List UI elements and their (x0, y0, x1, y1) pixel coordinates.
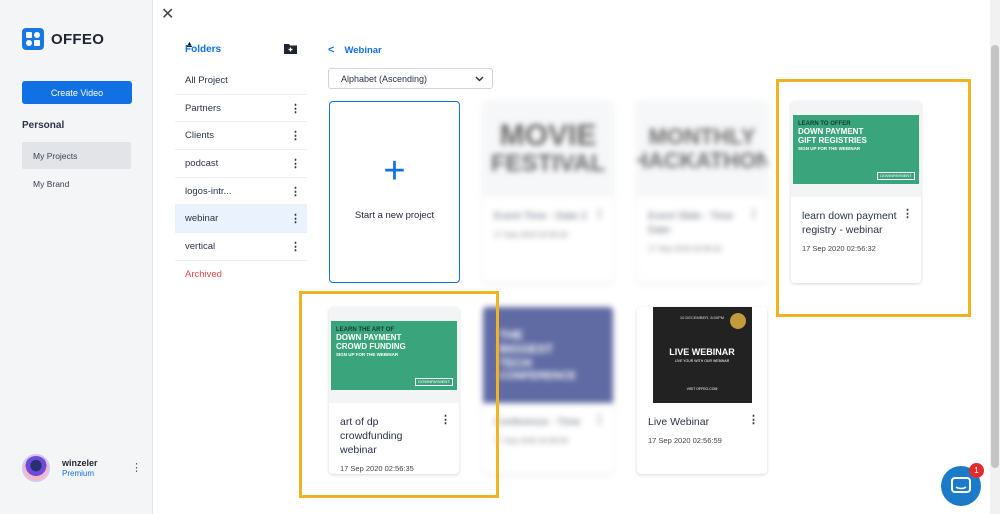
sort-selected-value: Alphabet (Ascending) (341, 73, 428, 84)
folder-label: Archived (185, 269, 222, 281)
folder-item-archived[interactable]: Archived (175, 261, 307, 289)
project-date: 17 Sep 2020 02:56:32 (648, 244, 722, 253)
offeo-logo-icon (22, 28, 44, 50)
user-menu-kebab-icon[interactable]: ⋮ (131, 461, 142, 474)
highlight-box (299, 291, 499, 498)
kebab-icon[interactable]: ⋮ (594, 207, 605, 220)
project-thumbnail: 10 DECEMBER, 8:00PM LIVE WEBINAR LIVE YO… (637, 307, 767, 403)
thumb-text: TECH (499, 356, 532, 370)
plus-icon: + (383, 150, 406, 192)
scrollbar-thumb[interactable] (991, 45, 999, 468)
thumb-text: FESTIVAL (490, 150, 606, 177)
folder-label: All Project (185, 74, 228, 86)
thumb-text: LIVE YOUR WITH OUR WEBINAR (674, 359, 730, 363)
kebab-icon[interactable]: ⋮ (290, 129, 301, 142)
app-name: OFFEO (51, 30, 105, 48)
close-icon[interactable]: ✕ (161, 4, 174, 24)
kebab-icon[interactable]: ⋮ (290, 240, 301, 253)
scrollbar[interactable] (990, 0, 1000, 514)
user-name: winzeler (62, 458, 98, 468)
app-logo[interactable]: OFFEO (22, 28, 104, 50)
thumb-text: MONTHLY (648, 124, 756, 149)
thumb-text: MOVIE (499, 119, 597, 152)
user-plan: Premium (62, 469, 95, 478)
badge-icon (729, 313, 746, 329)
highlight-box (776, 79, 971, 317)
kebab-icon[interactable]: ⋮ (290, 185, 301, 198)
notification-badge: 1 (969, 463, 984, 478)
avatar[interactable] (22, 454, 50, 482)
project-thumbnail: MOVIE FESTIVAL (483, 101, 613, 197)
kebab-icon[interactable]: ⋮ (594, 413, 605, 426)
folder-label: Partners (185, 102, 221, 114)
project-card[interactable]: MOVIE FESTIVAL Event Time - Date 2 17 Se… (483, 101, 613, 283)
thumbnail-graphic: 10 DECEMBER, 8:00PM LIVE WEBINAR LIVE YO… (652, 307, 752, 403)
new-folder-icon[interactable] (284, 43, 297, 54)
folder-item-all-project[interactable]: All Project (175, 67, 307, 95)
kebab-icon[interactable]: ⋮ (290, 102, 301, 115)
thumb-text: LIVE WEBINAR (669, 347, 735, 357)
breadcrumb-label: Webinar (344, 44, 382, 56)
folder-label: webinar (185, 213, 219, 225)
project-date: 17 Sep 2020 02:56:32 (494, 230, 568, 239)
folder-item-podcast[interactable]: podcast ⋮ (175, 150, 307, 178)
project-thumbnail: THE BIGGEST TECH CONFERENCE (483, 307, 613, 403)
thumb-text: 10 DECEMBER, 8:00PM (679, 315, 725, 320)
project-card[interactable]: MONTHLY HACKATHON Event Slide - Time Dat… (637, 101, 767, 283)
kebab-icon[interactable]: ⋮ (290, 157, 301, 170)
folder-item-webinar[interactable]: webinar ⋮ (175, 205, 307, 234)
thumb-text: VISIT OFFEO.COM (686, 387, 718, 391)
new-project-label: Start a new project (354, 210, 435, 221)
folder-label: vertical (185, 240, 216, 252)
folder-item-partners[interactable]: Partners ⋮ (175, 95, 307, 123)
project-date: 17 Sep 2020 02:56:55 (494, 436, 568, 445)
breadcrumb[interactable]: < Webinar (328, 44, 382, 56)
folder-label: podcast (185, 157, 219, 169)
project-card[interactable]: 10 DECEMBER, 8:00PM LIVE WEBINAR LIVE YO… (637, 307, 767, 474)
folder-item-logos-intro[interactable]: logos-intr... ⋮ (175, 178, 307, 206)
folders-heading: Folders (185, 44, 222, 55)
sidebar-item-my-projects[interactable]: My Projects (22, 142, 131, 169)
folder-item-vertical[interactable]: vertical ⋮ (175, 233, 307, 261)
kebab-icon[interactable]: ⋮ (748, 207, 759, 220)
sort-select[interactable]: Alphabet (Ascending) (328, 68, 493, 89)
folder-list: All Project Partners ⋮ Clients ⋮ podcast ⋮ … (175, 67, 307, 289)
project-card[interactable]: THE BIGGEST TECH CONFERENCE Conference -… (483, 307, 613, 474)
project-date: 17 Sep 2020 02:56:59 (648, 436, 722, 445)
thumb-text: BIGGEST (499, 342, 554, 356)
kebab-icon[interactable]: ⋮ (290, 212, 301, 225)
thumb-text: CONFERENCE (499, 370, 577, 382)
user-profile[interactable]: winzeler Premium ⋮ (22, 454, 146, 482)
kebab-icon[interactable]: ⋮ (748, 413, 759, 426)
chevron-left-icon[interactable]: < (328, 44, 334, 56)
folder-item-clients[interactable]: Clients ⋮ (175, 122, 307, 151)
app-sidebar: OFFEO Create Video Personal My Projects … (0, 0, 153, 514)
thumb-text: HACKATHON (637, 148, 767, 173)
create-video-button[interactable]: Create Video (22, 81, 132, 104)
chat-icon (951, 477, 971, 493)
new-project-card[interactable]: + Start a new project (329, 101, 460, 283)
section-label-personal: Personal (22, 120, 65, 131)
chevron-down-icon (475, 76, 484, 81)
folder-label: Clients (185, 130, 215, 142)
folder-label: logos-intr... (185, 185, 232, 197)
thumb-text: THE (499, 328, 523, 342)
project-thumbnail: MONTHLY HACKATHON (637, 101, 767, 197)
sidebar-item-my-brand[interactable]: My Brand (22, 170, 131, 197)
